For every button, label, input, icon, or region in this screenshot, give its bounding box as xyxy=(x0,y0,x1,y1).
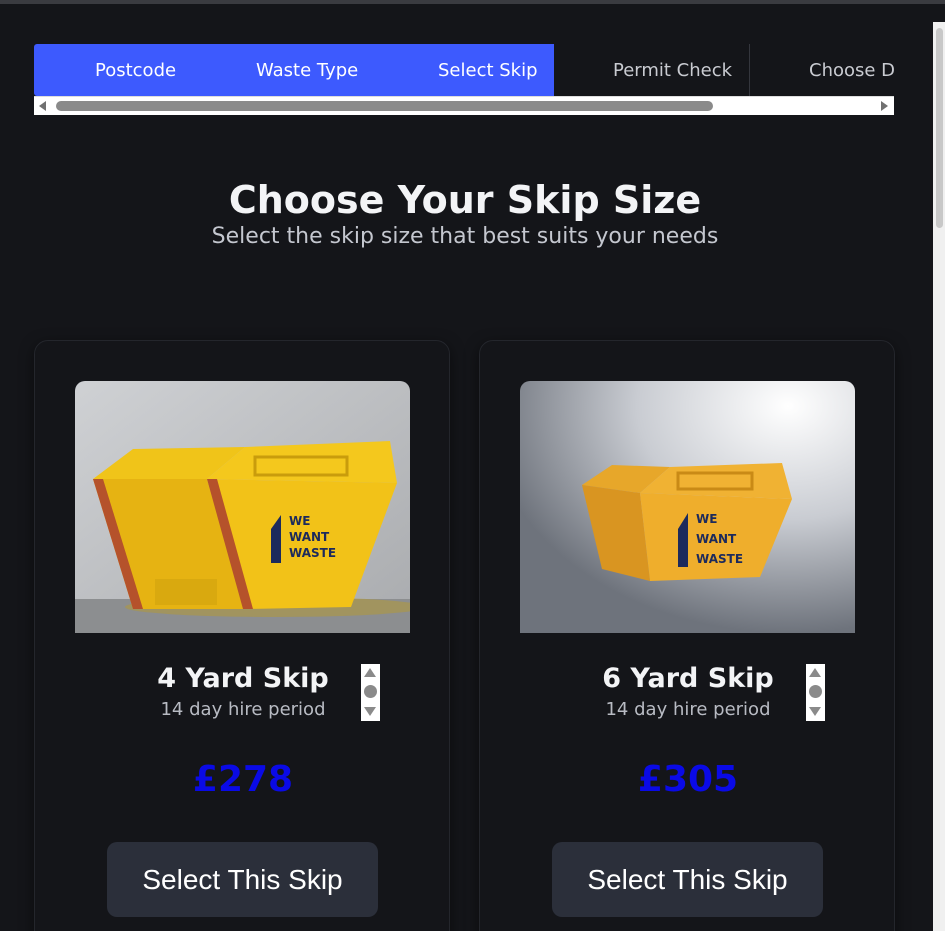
stepper-horizontal-scrollbar[interactable] xyxy=(34,96,894,115)
step-choose-date[interactable]: Choose D xyxy=(809,44,894,96)
scroll-thumb-dot[interactable] xyxy=(809,685,822,698)
yellow-skip-photo-icon: WE WANT WASTE xyxy=(75,381,410,633)
yellow-skip-photo-icon: WE WANT WASTE xyxy=(520,381,855,633)
scroll-down-arrow-icon[interactable] xyxy=(364,707,376,716)
scroll-thumb-dot[interactable] xyxy=(364,685,377,698)
svg-text:WANT: WANT xyxy=(289,530,330,544)
scroll-right-arrow-icon[interactable] xyxy=(881,101,888,111)
skip-price: £305 xyxy=(637,759,739,800)
title-scrollbar[interactable] xyxy=(806,664,825,721)
select-skip-button[interactable]: Select This Skip xyxy=(552,842,823,917)
scrollbar-thumb[interactable] xyxy=(56,101,713,111)
scroll-up-arrow-icon[interactable] xyxy=(364,668,376,677)
hire-period: 14 day hire period xyxy=(605,699,771,720)
window-top-edge xyxy=(0,0,945,4)
skip-image: WE WANT WASTE xyxy=(75,381,410,633)
skip-price: £278 xyxy=(192,759,294,800)
step-postcode[interactable]: Postcode xyxy=(95,44,176,96)
skip-name: 6 Yard Skip xyxy=(602,663,774,694)
page-subtitle: Select the skip size that best suits you… xyxy=(211,224,719,249)
step-divider xyxy=(749,44,750,96)
page-title: Choose Your Skip Size xyxy=(228,178,702,222)
svg-text:WE: WE xyxy=(289,514,310,528)
svg-text:WANT: WANT xyxy=(696,532,737,546)
skip-card-6-yard: WE WANT WASTE 6 Yard Skip 14 day hire pe… xyxy=(479,340,895,931)
step-select-skip[interactable]: Select Skip xyxy=(438,44,538,96)
step-permit-check[interactable]: Permit Check xyxy=(613,44,732,96)
step-waste-type[interactable]: Waste Type xyxy=(256,44,358,96)
skip-name: 4 Yard Skip xyxy=(157,663,329,694)
skip-image: WE WANT WASTE xyxy=(520,381,855,633)
hire-period: 14 day hire period xyxy=(160,699,326,720)
page-scrollbar-thumb[interactable] xyxy=(936,28,943,228)
stepper-track: Postcode Waste Type Select Skip Permit C… xyxy=(34,44,894,96)
scroll-up-arrow-icon[interactable] xyxy=(809,668,821,677)
svg-text:WASTE: WASTE xyxy=(696,552,743,566)
svg-text:WE: WE xyxy=(696,512,717,526)
select-skip-button[interactable]: Select This Skip xyxy=(107,842,378,917)
page-vertical-scrollbar[interactable] xyxy=(933,22,945,931)
scroll-left-arrow-icon[interactable] xyxy=(39,101,46,111)
scroll-down-arrow-icon[interactable] xyxy=(809,707,821,716)
title-scrollbar[interactable] xyxy=(361,664,380,721)
svg-text:WASTE: WASTE xyxy=(289,546,336,560)
progress-stepper: Postcode Waste Type Select Skip Permit C… xyxy=(34,44,894,115)
skip-card-4-yard: WE WANT WASTE 4 Yard Skip 14 day hire pe… xyxy=(34,340,450,931)
